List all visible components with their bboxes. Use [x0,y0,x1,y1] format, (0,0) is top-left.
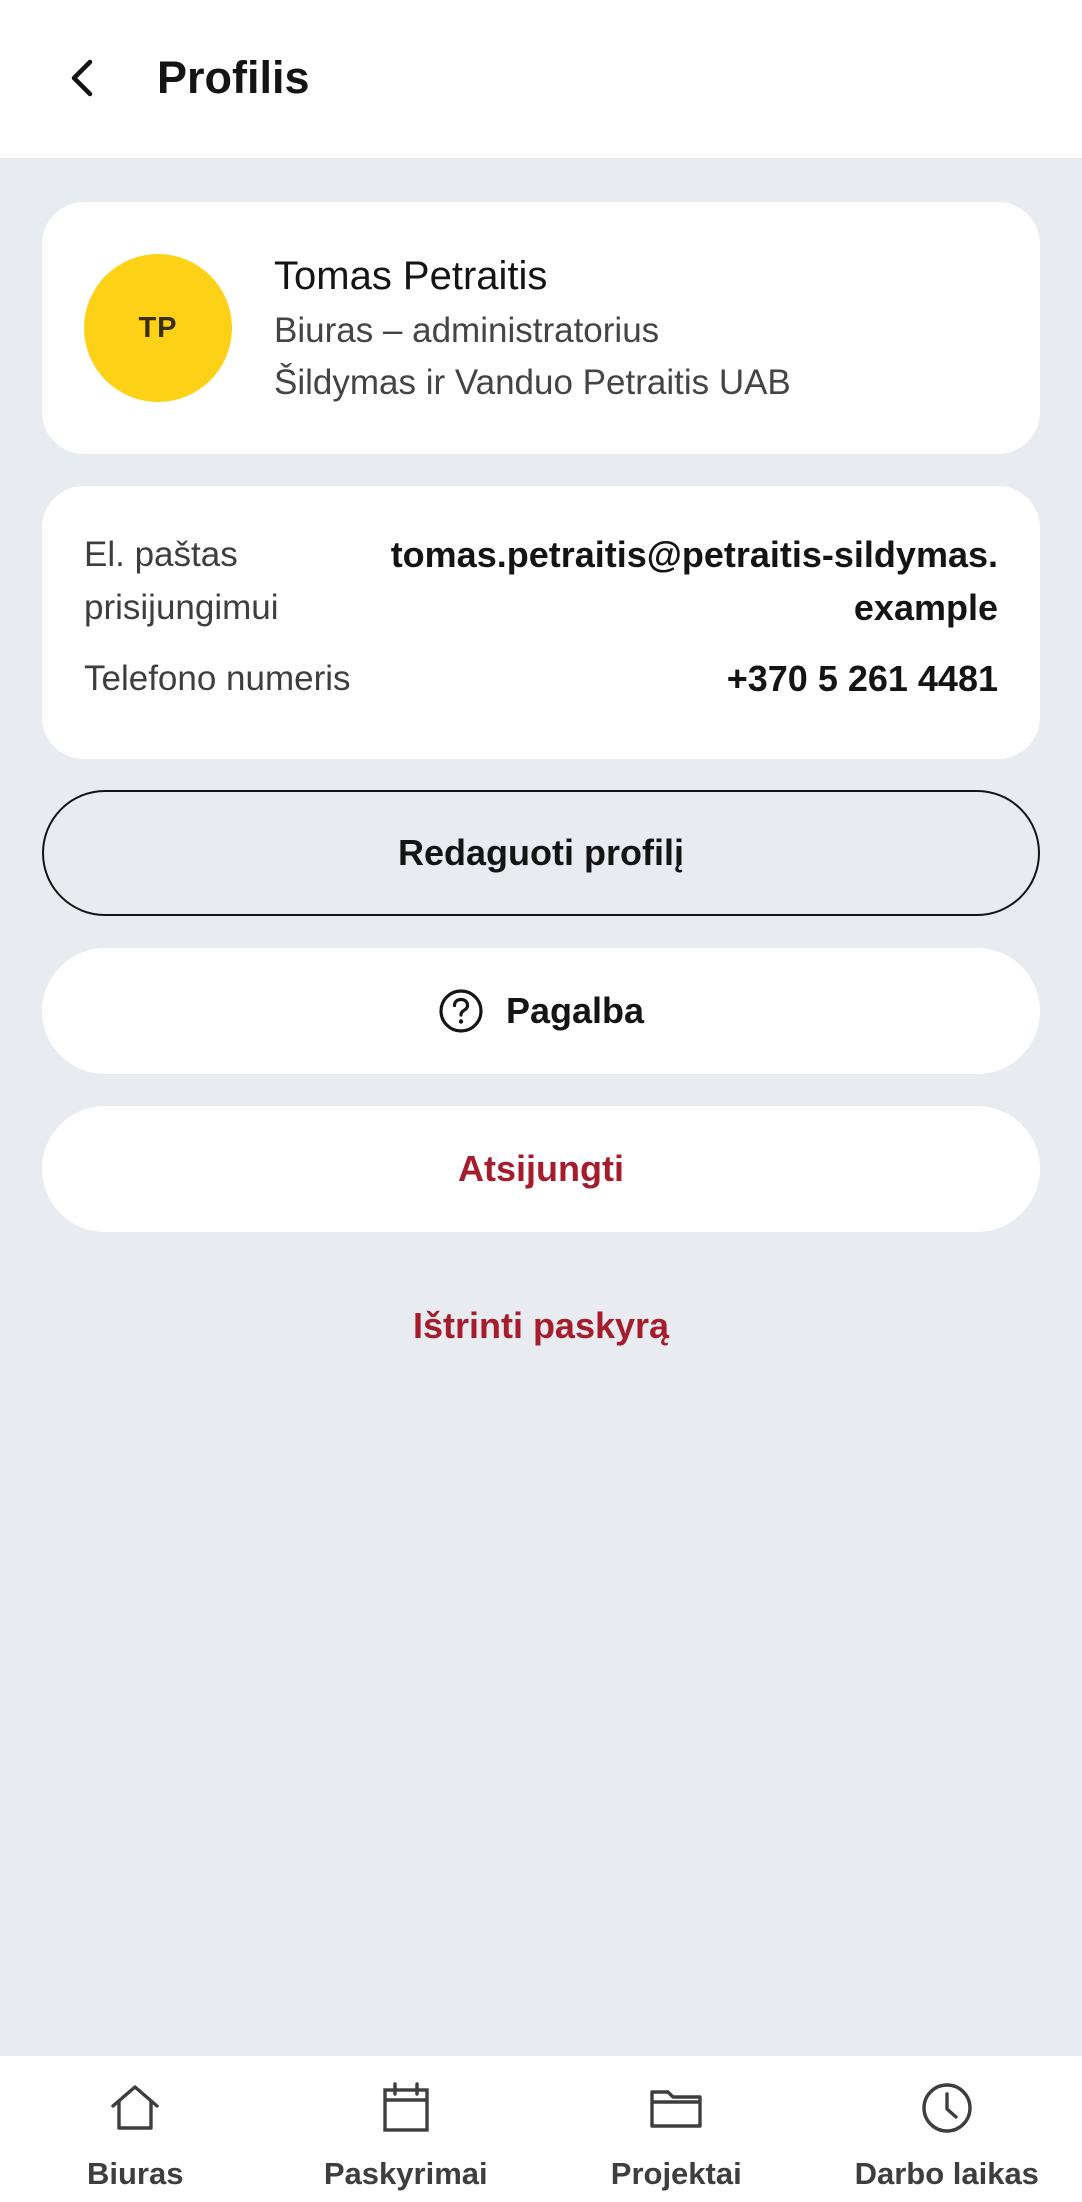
profile-company: Šildymas ir Vanduo Petraitis UAB [274,363,791,402]
email-label: El. paštas prisijungimui [84,535,279,627]
chevron-left-icon [71,59,93,97]
nav-label-biuras: Biuras [87,2156,184,2191]
profile-role: Biuras – administratorius [274,311,660,350]
help-label: Pagalba [505,990,645,1031]
page-title: Profilis [157,52,310,103]
back-button[interactable] [54,50,110,106]
avatar: TP [84,254,232,402]
delete-account-link[interactable]: Ištrinti paskyrą [0,1300,1082,1352]
nav-item-darbo-laikas[interactable]: Darbo laikas [812,2056,1082,2202]
clock-icon [919,2080,975,2136]
help-button[interactable]: Pagalba [42,948,1040,1074]
profile-name: Tomas Petraitis [274,254,548,298]
logout-button[interactable]: Atsijungti [42,1106,1040,1232]
nav-label-projektai: Projektai [610,2156,742,2191]
nav-item-biuras[interactable]: Biuras [0,2056,271,2202]
calendar-icon [378,2080,434,2136]
nav-label-paskyrimai: Paskyrimai [323,2156,488,2191]
bottom-navigation: Biuras Paskyrimai Projektai Darbo laikas [0,2056,1082,2202]
app-header: Profilis [0,0,1082,158]
phone-label: Telefono numeris [84,659,351,698]
profile-screen: Profilis TP Tomas Petraitis Biuras – adm… [0,0,1082,2202]
profile-card: TP Tomas Petraitis Biuras – administrato… [42,202,1040,454]
folder-icon [648,2080,704,2136]
nav-label-darbo-laikas: Darbo laikas [854,2156,1039,2191]
contact-info-card: El. paštas prisijungimui tomas.petraitis… [42,486,1040,759]
logout-label: Atsijungti [458,1148,624,1189]
home-icon [107,2080,163,2136]
nav-item-paskyrimai[interactable]: Paskyrimai [271,2056,542,2202]
edit-profile-button[interactable]: Redaguoti profilį [42,790,1040,916]
nav-item-projektai[interactable]: Projektai [541,2056,812,2202]
phone-value: +370 5 261 4481 [726,658,998,699]
question-circle-icon [438,988,484,1034]
email-value: tomas.petraitis@petraitis-sildymas.examp… [390,534,998,628]
edit-profile-label: Redaguoti profilį [398,832,684,873]
